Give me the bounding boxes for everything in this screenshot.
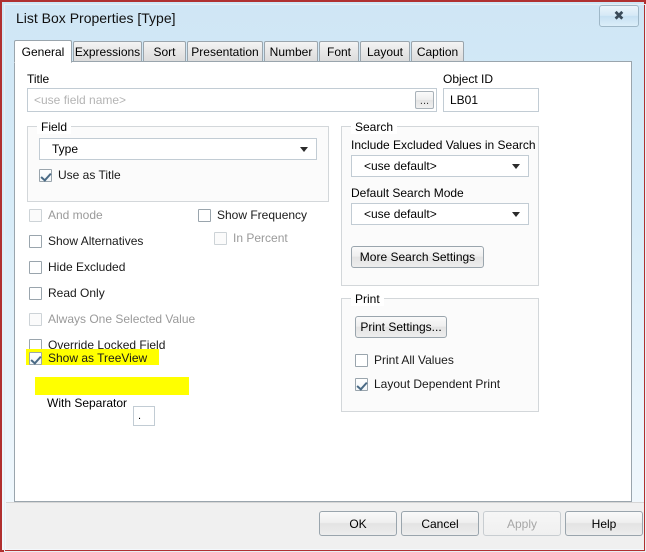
list-box-properties-dialog: List Box Properties [Type] ✖ General Exp… (0, 0, 646, 552)
field-group-legend: Field (37, 120, 72, 134)
checkbox-label: Hide Excluded (48, 260, 126, 274)
checkbox-label: Show Alternatives (48, 234, 144, 248)
checkbox-label: And mode (48, 208, 103, 222)
search-group-legend: Search (351, 120, 398, 134)
separator-input[interactable]: . (133, 406, 155, 426)
checkbox-show-frequency[interactable]: Show Frequency (198, 207, 307, 223)
default-search-mode-select[interactable]: <use default> (351, 203, 529, 225)
checkbox-box (29, 351, 42, 365)
print-settings-button[interactable]: Print Settings... (355, 316, 447, 338)
checkbox-read-only[interactable]: Read Only (29, 285, 105, 301)
checkbox-box (198, 208, 211, 222)
tab-expressions[interactable]: Expressions (73, 41, 142, 62)
checkbox-hide-excluded[interactable]: Hide Excluded (29, 259, 125, 275)
checkbox-box (214, 231, 227, 245)
tab-layout[interactable]: Layout (360, 41, 410, 62)
print-group-legend: Print (351, 292, 384, 306)
checkbox-show-alternatives[interactable]: Show Alternatives (29, 233, 143, 249)
checkbox-label: Use as Title (58, 168, 121, 182)
checkbox-box (39, 168, 52, 182)
close-icon: ✖ (613, 8, 625, 24)
checkbox-in-percent[interactable]: In Percent (214, 230, 288, 246)
title-field-label: Title (27, 72, 50, 86)
checkbox-box (355, 377, 368, 391)
checkbox-box (29, 286, 42, 300)
field-select-value: Type (52, 142, 79, 156)
apply-button: Apply (483, 511, 561, 536)
ok-button[interactable]: OK (319, 511, 397, 536)
title-browse-button[interactable]: ... (415, 91, 434, 109)
highlight-mark-separator (35, 377, 189, 395)
cancel-button[interactable]: Cancel (401, 511, 479, 536)
tab-presentation[interactable]: Presentation (187, 41, 263, 62)
include-excluded-select[interactable]: <use default> (351, 155, 529, 177)
checkbox-show-as-treeview[interactable]: Show as TreeView (29, 350, 645, 366)
chevron-down-icon (512, 164, 520, 169)
title-bar: List Box Properties [Type] ✖ (2, 2, 644, 36)
checkbox-layout-dependent-print[interactable]: Layout Dependent Print (355, 376, 500, 392)
dialog-button-bar: OK Cancel Apply Help (6, 502, 644, 549)
help-button[interactable]: Help (565, 511, 643, 536)
default-search-mode-label: Default Search Mode (351, 186, 464, 200)
checkbox-box (29, 312, 42, 326)
checkbox-box (29, 208, 42, 222)
close-button[interactable]: ✖ (599, 5, 639, 27)
tab-caption[interactable]: Caption (411, 41, 464, 62)
more-search-settings-button[interactable]: More Search Settings (351, 246, 484, 268)
tab-number[interactable]: Number (264, 41, 318, 62)
field-select[interactable]: Type (39, 138, 317, 160)
title-input[interactable]: <use field name> (27, 88, 437, 112)
checkbox-label: Read Only (48, 286, 105, 300)
checkbox-label: Always One Selected Value (48, 312, 196, 326)
chevron-down-icon (512, 212, 520, 217)
tab-font[interactable]: Font (319, 41, 359, 62)
checkbox-label: In Percent (233, 231, 288, 245)
general-tab-panel: Title <use field name> ... Object ID LB0… (14, 61, 632, 502)
object-id-input[interactable]: LB01 (443, 88, 539, 112)
checkbox-box (29, 260, 42, 274)
chevron-down-icon (300, 147, 308, 152)
tab-sort[interactable]: Sort (143, 41, 186, 62)
checkbox-box (29, 234, 42, 248)
tab-general[interactable]: General (14, 40, 72, 63)
tab-strip: General Expressions Sort Presentation Nu… (14, 40, 632, 63)
include-excluded-value: <use default> (364, 159, 437, 173)
checkbox-always-one-selected-value[interactable]: Always One Selected Value (29, 311, 195, 327)
checkbox-label: Show as TreeView (48, 351, 148, 365)
default-search-mode-value: <use default> (364, 207, 437, 221)
checkbox-label: Show Frequency (217, 208, 308, 222)
checkbox-and-mode[interactable]: And mode (29, 207, 103, 223)
object-id-label: Object ID (443, 72, 494, 86)
window-title: List Box Properties [Type] (16, 10, 176, 26)
include-excluded-label: Include Excluded Values in Search (351, 138, 536, 152)
checkbox-use-as-title[interactable]: Use as Title (39, 167, 121, 183)
checkbox-label: Layout Dependent Print (374, 377, 501, 391)
